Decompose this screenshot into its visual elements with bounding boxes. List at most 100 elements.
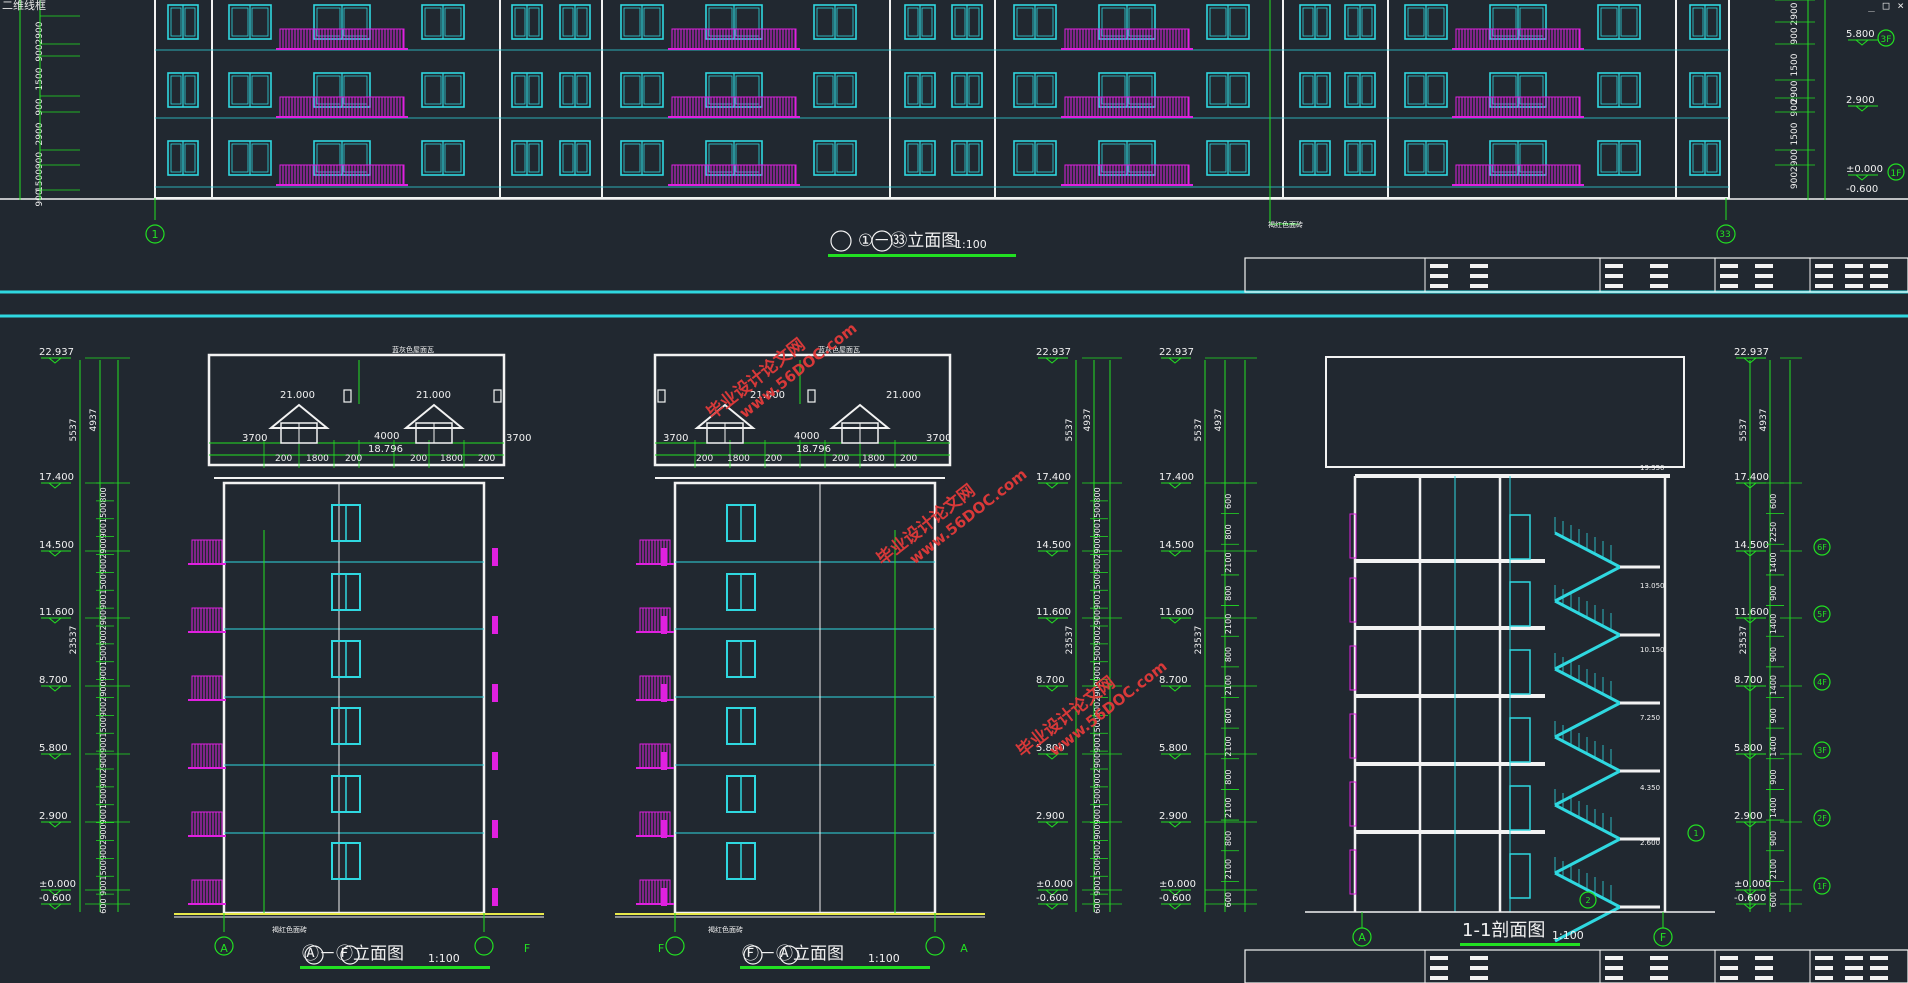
top-side-window-pane-r — [184, 7, 196, 37]
title-block-cell-text — [1815, 274, 1833, 278]
top-window-pane-r — [444, 7, 462, 37]
col-c-floor-dim: 2100 — [1224, 798, 1233, 818]
top-axis-right: 33 — [1719, 230, 1730, 240]
top-side-window-pane-r — [576, 75, 588, 105]
col-a-floor-dim: 900 — [99, 559, 108, 574]
top-window-pane-r — [1036, 7, 1054, 37]
col-c-floor-dim: 600 — [1224, 494, 1233, 509]
af-edge-balcony — [492, 752, 498, 770]
fa-sub-dim-5: 1800 — [862, 454, 885, 464]
col-d-dim-23537: 23537 — [1739, 626, 1749, 655]
fa-roof-level-2: 21.000 — [886, 390, 921, 401]
af-body — [222, 481, 486, 915]
top-window-pane-r — [444, 75, 462, 105]
col-a-level-triangle — [47, 617, 63, 624]
col-b-level-text: -0.600 — [1036, 893, 1068, 904]
top-side-window-pane-r — [968, 75, 980, 105]
top-side-window-pane-l — [954, 143, 966, 173]
maximize-icon[interactable]: □ — [1883, 0, 1890, 12]
title-block-cell-text-b — [1815, 966, 1833, 970]
col-c-floor-dim: 800 — [1224, 831, 1233, 846]
fa-edge-balcony — [661, 548, 667, 566]
col-c-dim-4937: 4937 — [1214, 409, 1224, 432]
col-c-level-text: 22.937 — [1159, 347, 1194, 358]
col-a-level-text: -0.600 — [39, 893, 71, 904]
top-level-5800-triangle — [1854, 39, 1870, 46]
title-block-cell-text — [1755, 264, 1773, 268]
col-a-level-text: ±0.000 — [39, 879, 76, 890]
af-sub-dim-1: 200 — [275, 454, 292, 464]
top-side-window-pane-r — [1316, 143, 1328, 173]
col-a-floor-dim: 900 — [99, 738, 108, 753]
col-d-level-text: 22.937 — [1734, 347, 1769, 358]
title-block-cell-text-b — [1650, 966, 1668, 970]
top-side-window-pane-l — [954, 7, 966, 37]
title-block-cell-text — [1815, 284, 1833, 288]
col-c-level-triangle — [1167, 685, 1183, 692]
title-block-cell-text-b — [1720, 966, 1738, 970]
top-window-pane-r — [251, 7, 269, 37]
fa-wall-note: 褐红色面砖 — [708, 925, 743, 934]
col-a-dim-5537: 5537 — [69, 419, 79, 442]
title-block-cell-text-b — [1845, 956, 1863, 960]
top-window-pane-l — [816, 75, 834, 105]
close-icon[interactable]: × — [1897, 0, 1904, 12]
af-edge-balcony — [492, 820, 498, 838]
sec-door — [1509, 853, 1531, 899]
section-title: 1-1剖面图 — [1462, 920, 1545, 941]
col-d-floor-dim: 1400 — [1769, 798, 1778, 818]
top-side-window-pane-r — [1316, 75, 1328, 105]
col-b-floor-dim: 1500 — [1093, 574, 1102, 594]
col-d-floor-dim: 1400 — [1769, 736, 1778, 756]
title-block-cell-text-b — [1470, 966, 1488, 970]
top-side-window-pane-r — [968, 7, 980, 37]
top-side-window-pane-r — [1706, 75, 1718, 105]
col-a-floor-dim: 2900 — [99, 610, 108, 630]
af-scale: 1:100 — [428, 952, 460, 965]
col-b-floor-dim: 2900 — [1093, 538, 1102, 558]
sec-stair-flight — [1554, 633, 1621, 671]
top-title-underline — [828, 254, 1016, 257]
top-elevation: 2900900150090029009001500900290090015002… — [0, 0, 1908, 257]
top-side-window-pane-r — [528, 75, 540, 105]
sec-stair-flight — [1554, 837, 1621, 875]
sec-stair-level: 13.050 — [1640, 582, 1665, 590]
view-mode-label[interactable]: 二维线框 — [2, 0, 46, 12]
col-b-floor-dim: 2900 — [1093, 610, 1102, 630]
col-a-floor-dim: 600 — [99, 898, 108, 913]
top-level-5800-text: 5.800 — [1846, 29, 1875, 40]
minimize-icon[interactable]: _ — [1868, 0, 1875, 12]
col-a-floor-dim: 900 — [99, 666, 108, 681]
col-c-level-triangle — [1167, 482, 1183, 489]
col-b-floor-dim: 900 — [1093, 809, 1102, 824]
sec-door — [1509, 717, 1531, 763]
top-side-window-pane-r — [1706, 7, 1718, 37]
sec-stair-level: 10.150 — [1640, 646, 1665, 654]
top-window-pane-r — [1036, 143, 1054, 173]
top-side-window-pane-l — [907, 7, 919, 37]
col-c-level-text: 17.400 — [1159, 472, 1194, 483]
col-d-floor-dim: 900 — [1769, 831, 1778, 846]
top-window-pane-l — [424, 7, 442, 37]
title-block-cell-text-b — [1470, 976, 1488, 980]
col-c-floor-dim: 800 — [1224, 524, 1233, 539]
af-sub-dim-4: 200 — [410, 454, 427, 464]
fa-roof-dim-1: 3700 — [663, 433, 688, 444]
fa-roof-dim-2: 4000 — [794, 431, 819, 442]
col-b-level-text: 2.900 — [1036, 811, 1065, 822]
col-d-level-text: 8.700 — [1734, 675, 1763, 686]
af-roof-parapet — [207, 353, 506, 467]
col-a-floor-dim: 900 — [99, 809, 108, 824]
top-wall-note: 褐红色面砖 — [1268, 220, 1303, 229]
title-block-cell-text — [1650, 264, 1668, 268]
col-a-floor-dim: 1500 — [99, 503, 108, 523]
col-d-floor-tag-text: 2F — [1817, 814, 1827, 823]
sec-door — [1509, 581, 1531, 627]
col-b-floor-dim: 2900 — [1093, 824, 1102, 844]
col-b-floor-dim: 1500 — [1093, 860, 1102, 880]
fa-chimney — [807, 389, 816, 403]
col-a-level-text: 5.800 — [39, 743, 68, 754]
col-d-floor-tag-text: 4F — [1817, 678, 1827, 687]
col-d-floor-dim: 2100 — [1769, 859, 1778, 879]
title-block-cell-text-b — [1430, 966, 1448, 970]
